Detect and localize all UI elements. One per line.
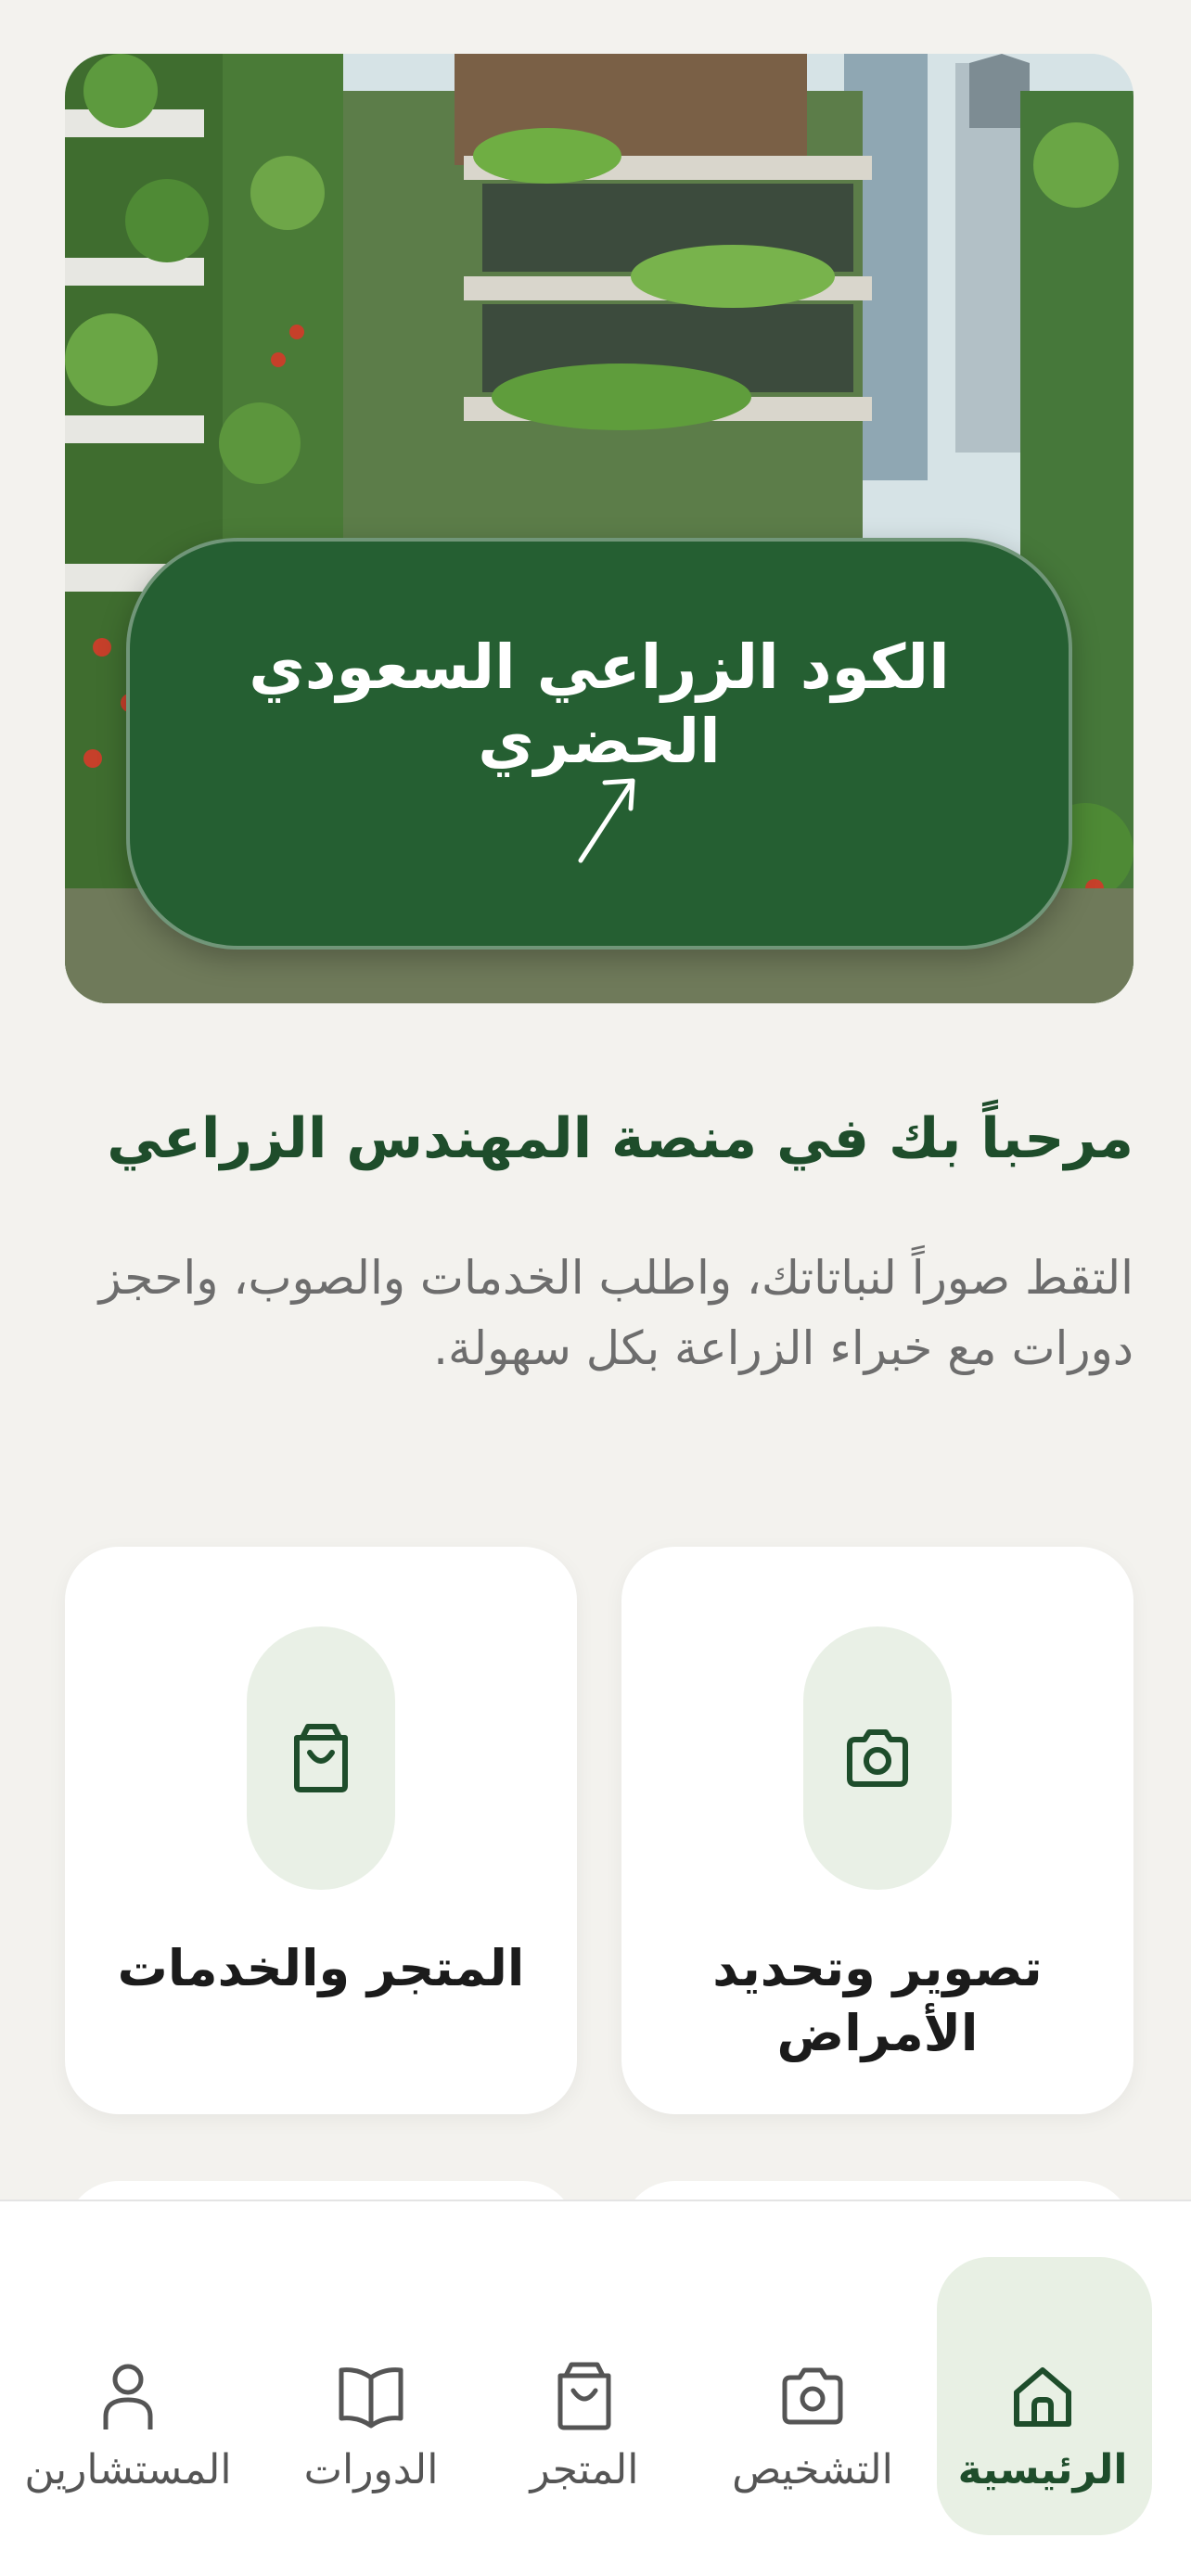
home-icon	[1014, 2367, 1071, 2427]
nav-item-store[interactable]: المتجر	[473, 2257, 696, 2535]
nav-label-home: الرئيسية	[957, 2446, 1128, 2493]
feature-card-diagnosis[interactable]: تصوير وتحديد الأمراض	[621, 1547, 1133, 2114]
hero-banner[interactable]: الكود الزراعي السعودي الحضري	[65, 54, 1133, 1003]
nav-item-home[interactable]: الرئيسية	[931, 2257, 1154, 2535]
banner-title: الكود الزراعي السعودي الحضري	[249, 631, 950, 777]
shopping-bag-icon	[294, 1724, 348, 1792]
feature-card-store[interactable]: المتجر والخدمات	[65, 1547, 577, 2114]
user-icon	[103, 2364, 153, 2429]
feature-label-store: المتجر والخدمات	[117, 1939, 525, 1997]
feature-icon-circle	[803, 1626, 952, 1890]
welcome-title: مرحباً بك في منصة المهندس الزراعي	[107, 1106, 1133, 1171]
camera-icon	[847, 1729, 908, 1787]
arrow-up-right-icon	[578, 778, 635, 863]
feature-icon-circle	[247, 1626, 395, 1890]
nav-item-consultants[interactable]: المستشارين	[17, 2257, 239, 2535]
camera-icon	[782, 2367, 843, 2425]
nav-label-consultants: المستشارين	[24, 2446, 232, 2493]
banner-card[interactable]: الكود الزراعي السعودي الحضري	[126, 538, 1072, 950]
feature-label-diagnosis: تصوير وتحديد الأمراض	[712, 1939, 1043, 2062]
bottom-nav: الرئيسية التشخيص المتجر الدورات المستشار…	[0, 2200, 1191, 2576]
book-icon	[339, 2367, 403, 2429]
nav-item-courses[interactable]: الدورات	[260, 2257, 482, 2535]
nav-item-diagnosis[interactable]: التشخيص	[701, 2257, 924, 2535]
shopping-bag-icon	[557, 2362, 611, 2430]
nav-label-diagnosis: التشخيص	[732, 2446, 893, 2493]
nav-label-courses: الدورات	[303, 2446, 439, 2493]
welcome-description: التقط صوراً لنباتاتك، واطلب الخدمات والص…	[98, 1251, 1133, 1375]
